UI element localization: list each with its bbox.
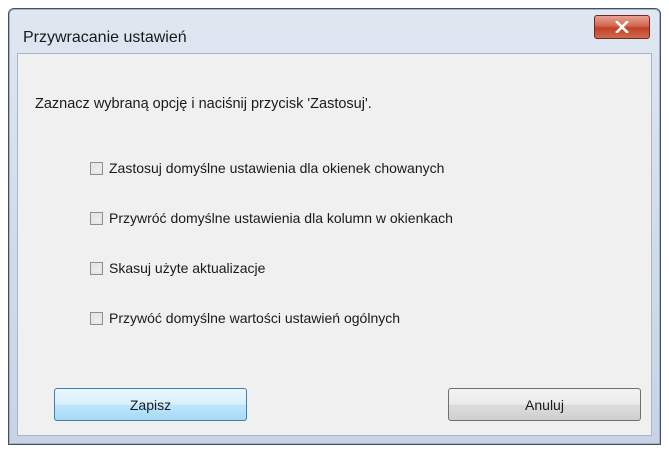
checkbox[interactable] <box>90 261 103 275</box>
instruction-text: Zaznacz wybraną opcję i naciśnij przycis… <box>35 96 372 112</box>
checkbox[interactable] <box>90 161 103 175</box>
dialog-window: Przywracanie ustawień Zaznacz wybraną op… <box>8 8 661 445</box>
option-label: Przywóć domyślne wartości ustawień ogóln… <box>109 310 401 326</box>
option-restore-column-settings[interactable]: Przywróć domyślne ustawienia dla kolumn … <box>90 210 453 226</box>
close-button[interactable] <box>594 15 650 39</box>
option-label: Zastosuj domyślne ustawienia dla okienek… <box>109 160 445 176</box>
cancel-button[interactable]: Anuluj <box>448 388 641 421</box>
option-label: Skasuj użyte aktualizacje <box>109 260 266 276</box>
option-restore-general-settings[interactable]: Przywóć domyślne wartości ustawień ogóln… <box>90 310 400 326</box>
option-label: Przywróć domyślne ustawienia dla kolumn … <box>109 210 453 226</box>
option-restore-hidden-panes[interactable]: Zastosuj domyślne ustawienia dla okienek… <box>90 160 444 176</box>
checkbox[interactable] <box>90 211 103 225</box>
option-delete-used-updates[interactable]: Skasuj użyte aktualizacje <box>90 260 265 276</box>
checkbox[interactable] <box>90 311 103 325</box>
close-icon <box>615 21 629 33</box>
save-button[interactable]: Zapisz <box>54 388 247 421</box>
window-title: Przywracanie ustawień <box>23 29 187 46</box>
title-bar[interactable]: Przywracanie ustawień <box>9 9 660 53</box>
dialog-content: Zaznacz wybraną opcję i naciśnij przycis… <box>17 53 652 436</box>
